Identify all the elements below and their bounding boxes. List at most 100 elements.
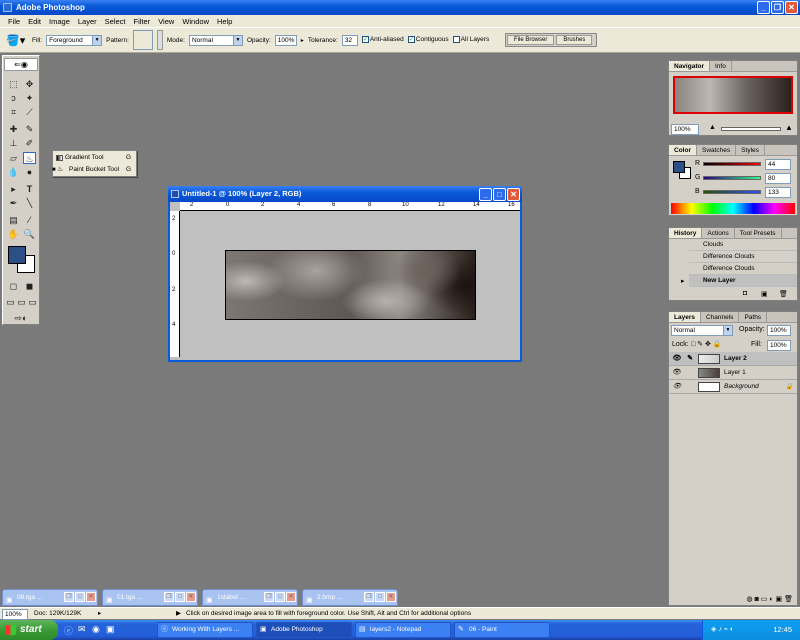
menu-layer[interactable]: Layer — [74, 15, 101, 27]
eye-icon[interactable]: 👁 — [672, 368, 682, 378]
pen-tool-icon[interactable]: ✒ — [7, 197, 20, 209]
maximize-icon[interactable]: □ — [375, 592, 385, 602]
jump-to-imageready-icon[interactable]: ⇨◐ — [7, 312, 35, 324]
pattern-dropdown[interactable] — [156, 30, 163, 50]
history-item[interactable]: Difference Clouds — [689, 251, 797, 263]
tab-layers[interactable]: Layers — [669, 312, 701, 322]
crop-tool-icon[interactable]: ⌗ — [7, 106, 20, 118]
lasso-tool-icon[interactable]: ↄ — [7, 92, 20, 104]
zoom-in-icon[interactable]: ▲ — [785, 123, 793, 132]
restore-icon[interactable]: ❐ — [164, 592, 174, 602]
ruler-horizontal[interactable]: 2 0 2 4 6 8 10 12 14 16 — [180, 202, 520, 211]
minimize-button[interactable]: _ — [757, 1, 770, 14]
red-input[interactable]: 44 — [765, 159, 791, 170]
close-icon[interactable]: ✕ — [386, 592, 396, 602]
image-canvas-clouds[interactable] — [225, 250, 476, 320]
new-snapshot-icon[interactable]: ▣ — [761, 290, 768, 298]
maximize-icon[interactable]: □ — [75, 592, 85, 602]
tab-styles[interactable]: Styles — [736, 145, 765, 155]
quicklaunch-media-icon[interactable]: ◉ — [92, 624, 100, 635]
color-fg-swatch[interactable] — [673, 161, 685, 173]
path-selection-tool-icon[interactable]: ▸ — [7, 183, 20, 195]
tab-paths[interactable]: Paths — [739, 312, 768, 322]
status-zoom-input[interactable]: 100% — [2, 609, 28, 620]
contiguous-checkbox[interactable]: ✓ Contiguous — [407, 36, 449, 44]
restore-icon[interactable]: ❐ — [364, 592, 374, 602]
delete-layer-icon[interactable]: 🗑 — [784, 596, 793, 603]
magic-wand-tool-icon[interactable]: ✦ — [23, 92, 36, 104]
restore-icon[interactable]: ❐ — [264, 592, 274, 602]
navigator-zoom-input[interactable]: 100% — [671, 124, 699, 135]
document-title-bar[interactable]: Untitled-1 @ 100% (Layer 2, RGB) _ □ ✕ — [168, 186, 522, 202]
new-set-icon[interactable]: ▭ — [761, 596, 768, 603]
quicklaunch-mail-icon[interactable]: ✉ — [78, 624, 86, 635]
red-slider[interactable] — [703, 162, 761, 166]
tab-navigator[interactable]: Navigator — [669, 61, 710, 71]
brush-link-icon[interactable]: ✎ — [685, 354, 695, 364]
layer-mask-icon[interactable]: ◙ — [755, 596, 759, 603]
minimized-doc[interactable]: ▣ 01.tga ... ❐ □ ✕ — [102, 589, 198, 606]
lock-icons[interactable]: □ ✎ ✥ 🔒 — [691, 340, 722, 348]
new-layer-icon[interactable]: ▣ — [776, 596, 783, 603]
anti-aliased-checkbox[interactable]: ✓ Anti-aliased — [361, 36, 404, 44]
menu-window[interactable]: Window — [178, 15, 213, 27]
mode-select[interactable]: Normal ▼ — [188, 34, 243, 46]
tray-icons[interactable]: ◈ ♪ ⌁ ◐ — [711, 620, 734, 640]
restore-button[interactable]: ❐ — [771, 1, 784, 14]
quicklaunch-ie-icon[interactable]: ⓔ — [64, 624, 73, 637]
eye-icon[interactable]: 👁 — [672, 354, 682, 364]
history-item[interactable]: Clouds — [689, 239, 797, 251]
color-ramp[interactable] — [671, 203, 795, 214]
screen-mode-full-menu-icon[interactable]: ▭ — [16, 296, 27, 308]
snapshot-icon[interactable]: ◘ — [743, 290, 747, 297]
minimized-doc[interactable]: ▣ 2.bmp ... ❐ □ ✕ — [302, 589, 398, 606]
doc-minimize-button[interactable]: _ — [479, 188, 492, 201]
close-icon[interactable]: ✕ — [86, 592, 96, 602]
quick-mask-mode-icon[interactable]: ◼ — [23, 280, 36, 292]
history-brush-tool-icon[interactable]: ✐ — [23, 137, 36, 149]
opacity-input[interactable]: 100% — [274, 34, 297, 46]
healing-brush-tool-icon[interactable]: ✚ — [7, 123, 20, 135]
close-icon[interactable]: ✕ — [186, 592, 196, 602]
eye-icon[interactable]: 👁 — [672, 382, 682, 392]
minimized-doc[interactable]: ▣ 1stabst ... ❐ □ ✕ — [202, 589, 298, 606]
task-paint[interactable]: ✎ 06 - Paint — [454, 622, 550, 638]
restore-icon[interactable]: ❐ — [64, 592, 74, 602]
clone-stamp-tool-icon[interactable]: ⊥ — [7, 137, 20, 149]
tab-brushes[interactable]: Brushes — [556, 35, 593, 45]
layer-row[interactable]: 👁 Background 🔒 — [669, 380, 797, 394]
ruler-vertical[interactable]: 2 0 2 4 — [170, 211, 180, 357]
task-adobe-photoshop[interactable]: ▣ Adobe Photoshop — [256, 622, 352, 638]
blue-input[interactable]: 133 — [765, 187, 791, 198]
zoom-tool-icon[interactable]: 🔍 — [23, 228, 36, 240]
eyedropper-tool-icon[interactable]: ⁄ — [23, 214, 36, 226]
tab-file-browser[interactable]: File Browser — [507, 35, 555, 45]
maximize-icon[interactable]: □ — [175, 592, 185, 602]
blue-slider[interactable] — [703, 190, 761, 194]
pattern-swatch[interactable] — [132, 30, 153, 50]
tab-channels[interactable]: Channels — [701, 312, 740, 322]
flyout-gradient-tool[interactable]: Gradient Tool G — [53, 152, 136, 164]
tab-actions[interactable]: Actions — [702, 228, 735, 238]
screen-mode-standard-icon[interactable]: ▭ — [5, 296, 16, 308]
green-input[interactable]: 80 — [765, 173, 791, 184]
layer-row[interactable]: 👁 Layer 1 — [669, 366, 797, 380]
maximize-icon[interactable]: □ — [275, 592, 285, 602]
move-tool-icon[interactable]: ✥ — [23, 78, 36, 90]
notes-tool-icon[interactable]: ▤ — [7, 214, 20, 226]
task-working-with-layers[interactable]: ⓔ Working With Layers ... — [157, 622, 253, 638]
tab-info[interactable]: Info — [710, 61, 732, 71]
task-notepad[interactable]: ▤ layers2 - Notepad — [355, 622, 451, 638]
menu-help[interactable]: Help — [213, 15, 236, 27]
layer-row-active[interactable]: 👁 ✎ Layer 2 — [669, 352, 797, 366]
navigator-thumbnail[interactable] — [673, 76, 793, 114]
menu-filter[interactable]: Filter — [130, 15, 155, 27]
tolerance-input[interactable]: 32 — [341, 34, 358, 46]
green-slider[interactable] — [703, 176, 761, 180]
status-menu-arrow-icon[interactable]: ▸ — [98, 608, 101, 620]
layer-opacity-input[interactable]: 100% — [767, 325, 791, 336]
close-icon[interactable]: ✕ — [286, 592, 296, 602]
paint-bucket-tool-icon[interactable]: ♨ — [23, 152, 36, 164]
doc-maximize-button[interactable]: □ — [493, 188, 506, 201]
eraser-tool-icon[interactable]: ▱ — [7, 152, 20, 164]
